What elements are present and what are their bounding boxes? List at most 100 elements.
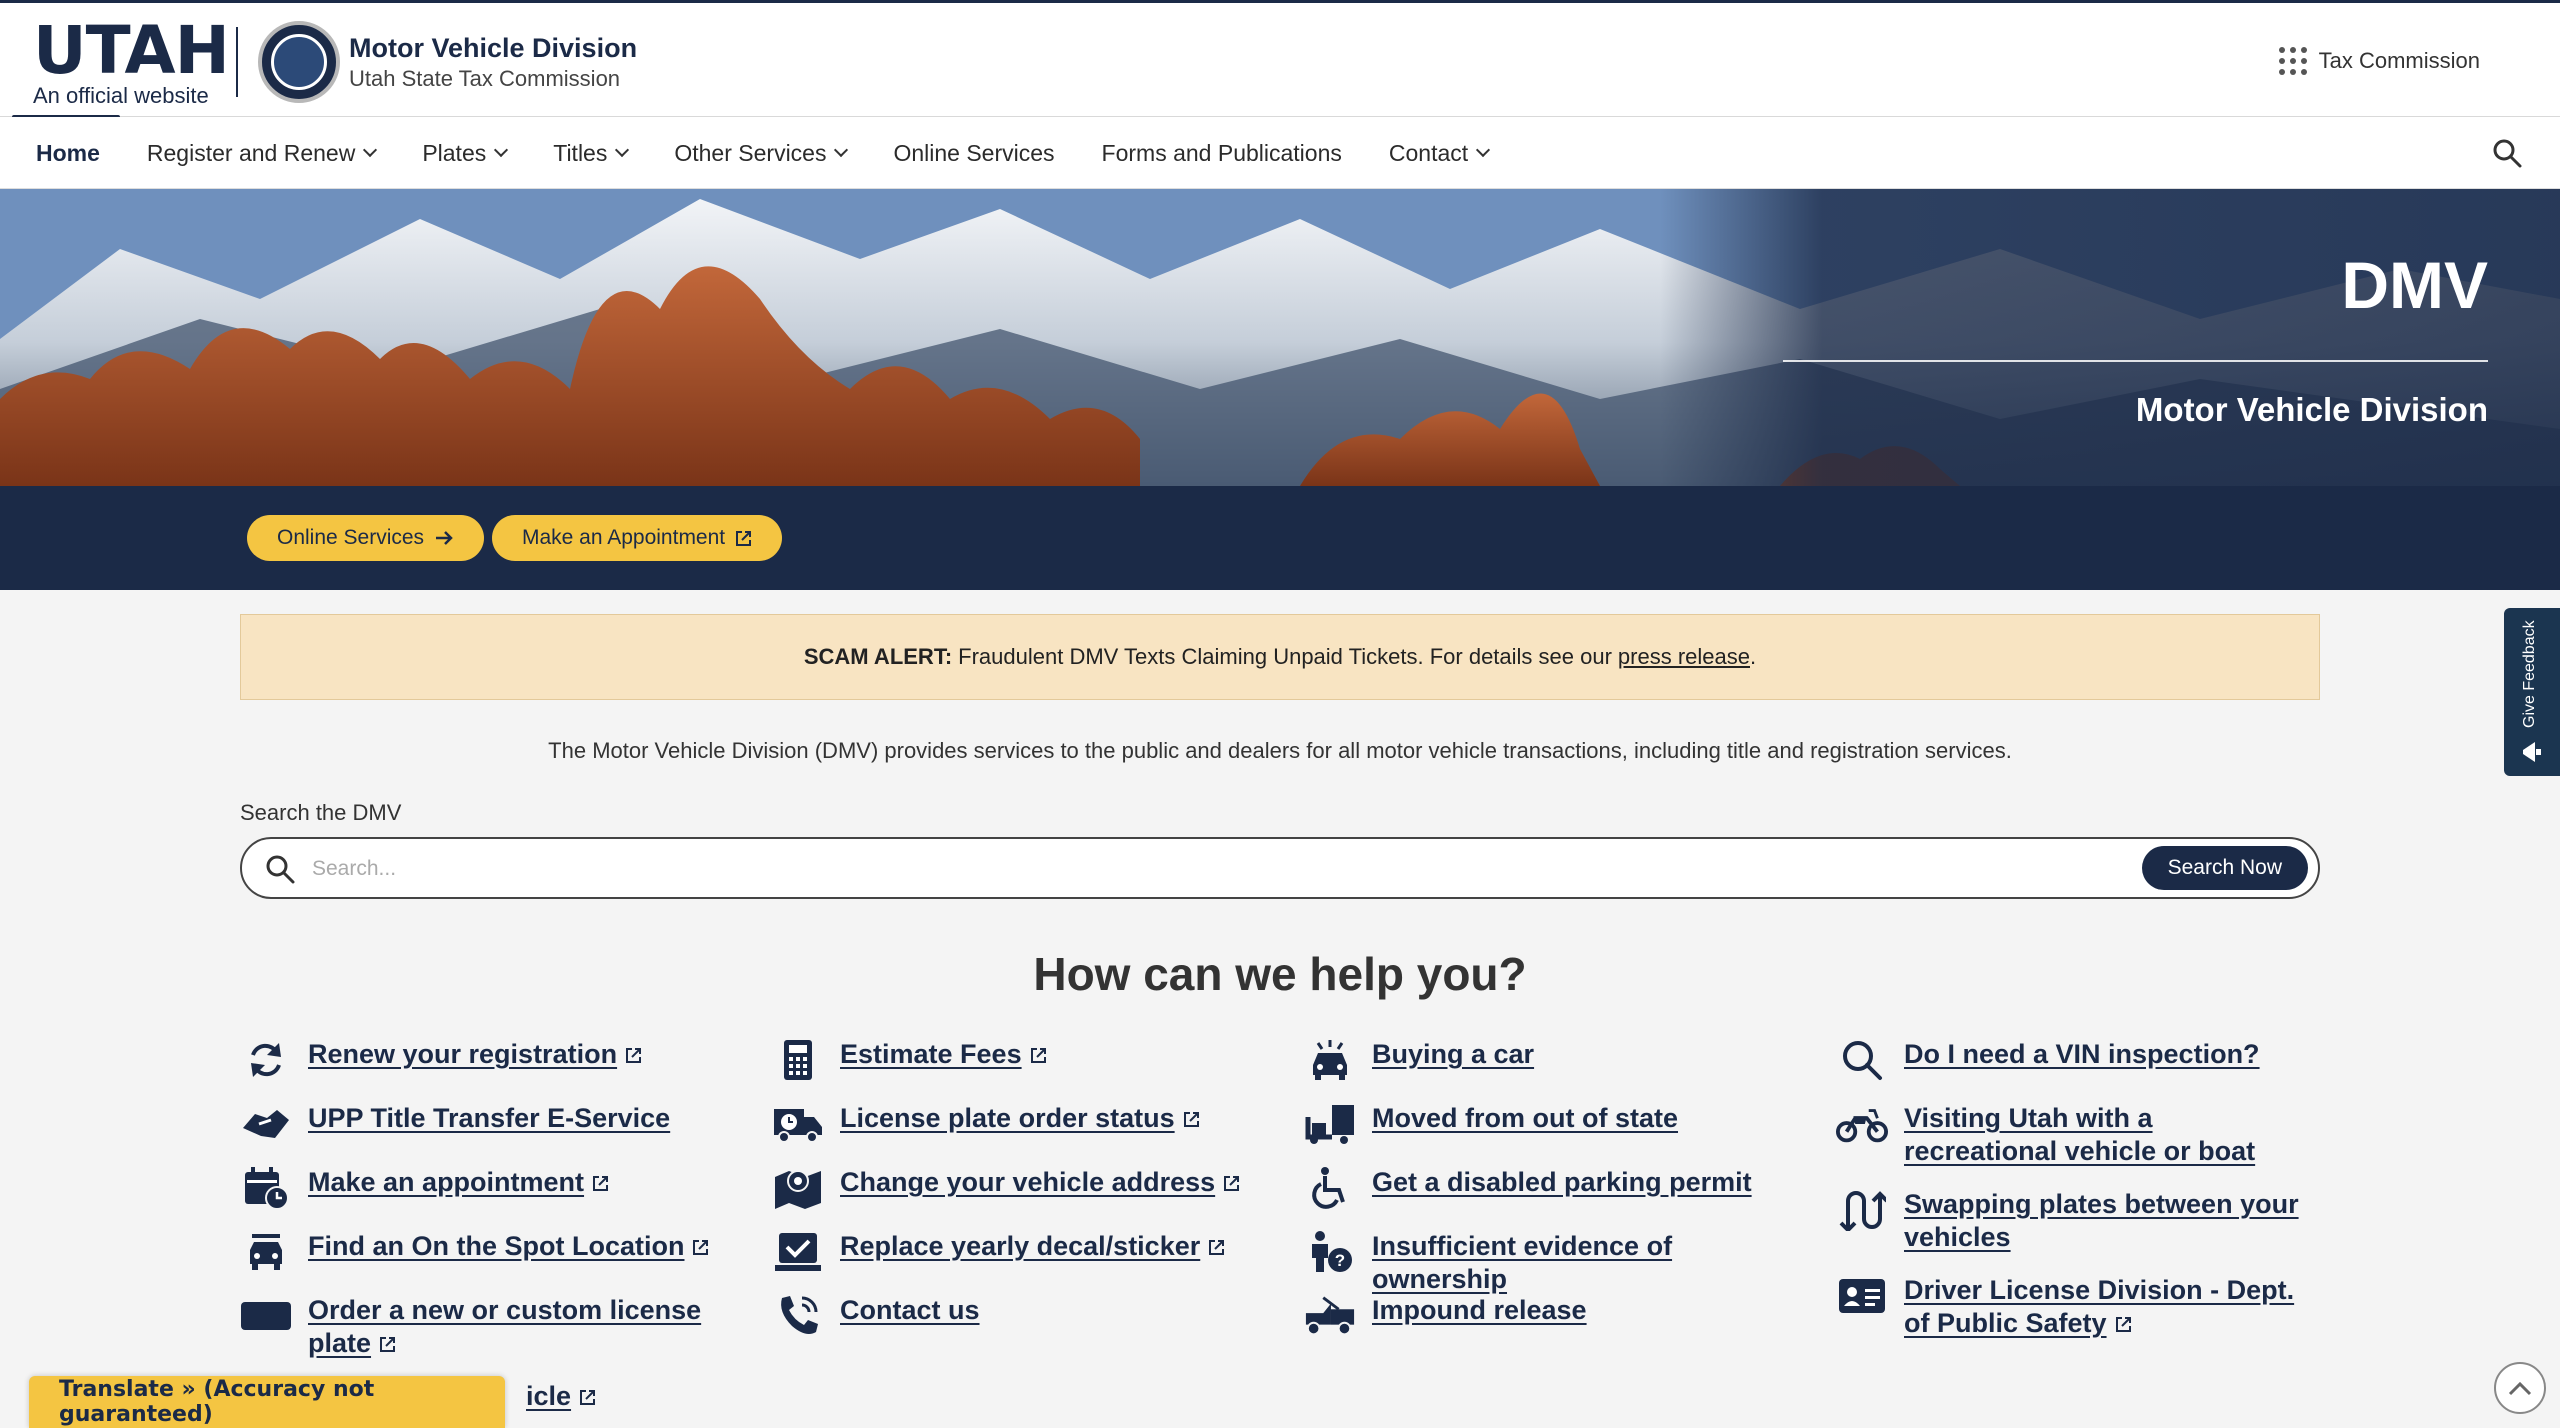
nav-online-services[interactable]: Online Services (893, 140, 1054, 167)
tax-commission-label: Tax Commission (2318, 48, 2480, 73)
nav-contact[interactable]: Contact (1388, 139, 1491, 167)
external-link-icon (1209, 1240, 1225, 1255)
tow-truck-icon (1304, 1294, 1356, 1338)
help-item: Find an On the Spot Location (240, 1230, 710, 1294)
search-icon[interactable] (2490, 136, 2524, 170)
external-link-icon (626, 1048, 642, 1063)
make-appointment-link[interactable]: Make an appointment (308, 1167, 584, 1197)
translate-button[interactable]: Translate » (Accuracy not guaranteed) (29, 1376, 505, 1428)
make-appointment-label: Make an Appointment (522, 526, 726, 549)
moved-from-out-of-state-link[interactable]: Moved from out of state (1372, 1103, 1678, 1133)
give-feedback-label: Give Feedback (2521, 620, 2538, 728)
agency-subtitle: Utah State Tax Commission (349, 66, 621, 91)
help-item: UPP Title Transfer E-Service (240, 1102, 710, 1166)
arrow-right-icon (436, 531, 453, 545)
external-link-icon (1030, 1048, 1046, 1063)
vin-inspection-link[interactable]: Do I need a VIN inspection? (1904, 1039, 2260, 1069)
external-link-icon (1224, 1176, 1240, 1191)
nav-online-services-label: Online Services (893, 139, 1055, 166)
hero-subtitle: Motor Vehicle Division (2135, 391, 2488, 428)
vehicle-link[interactable]: icle (526, 1381, 571, 1411)
nav-titles[interactable]: Titles (553, 140, 630, 167)
person-question-icon: ? (1304, 1230, 1356, 1274)
scam-alert: SCAM ALERT: Fraudulent DMV Texts Claimin… (240, 614, 2320, 700)
external-link-icon (736, 530, 752, 546)
recreational-vehicle-link[interactable]: Visiting Utah with a recreational vehicl… (1904, 1103, 2255, 1166)
nav-home[interactable]: Home (36, 140, 100, 167)
nav-plates-label: Plates (422, 139, 487, 166)
main-nav: Home Register and Renew Plates Titles Ot… (0, 117, 2560, 189)
help-item: Visiting Utah with a recreational vehicl… (1836, 1102, 2306, 1188)
nav-other-services-label: Other Services (674, 139, 827, 166)
estimate-fees-link[interactable]: Estimate Fees (840, 1039, 1022, 1069)
car-location-icon (240, 1230, 292, 1274)
order-license-plate-link[interactable]: Order a new or custom license plate (308, 1295, 701, 1358)
phone-icon (772, 1294, 824, 1338)
sticker-check-icon (772, 1230, 824, 1274)
help-column-1: Renew your registration UPP Title Transf… (240, 1038, 710, 1420)
refresh-icon (240, 1038, 292, 1082)
dmv-search-box: Search Now (240, 837, 2320, 899)
impound-release-link[interactable]: Impound release (1372, 1295, 1587, 1325)
site-header: UTAH An official website Motor Vehicle D… (0, 0, 2560, 120)
alert-end: . (1750, 644, 1757, 669)
intro-text: The Motor Vehicle Division (DMV) provide… (548, 738, 2012, 763)
search-input[interactable] (312, 851, 2012, 887)
nav-contact-label: Contact (1388, 139, 1469, 166)
hero-banner: DMV Motor Vehicle Division (0, 189, 2560, 486)
search-icon (266, 855, 295, 884)
help-column-4: Do I need a VIN inspection? Visiting Uta… (1836, 1038, 2306, 1360)
external-link-icon (593, 1176, 609, 1191)
search-now-button[interactable]: Search Now (2141, 846, 2308, 890)
id-card-icon (1836, 1274, 1888, 1318)
press-release-link[interactable]: press release (1618, 644, 1750, 670)
disabled-parking-permit-link[interactable]: Get a disabled parking permit (1372, 1167, 1752, 1197)
swap-icon (1836, 1188, 1888, 1232)
agency-name[interactable]: Motor Vehicle Division Utah State Tax Co… (349, 33, 637, 92)
license-plate-icon (240, 1294, 292, 1338)
megaphone-icon (2523, 742, 2541, 762)
alert-text: Fraudulent DMV Texts Claiming Unpaid Tic… (958, 644, 1612, 669)
buying-car-link[interactable]: Buying a car (1372, 1039, 1534, 1069)
on-the-spot-location-link[interactable]: Find an On the Spot Location (308, 1231, 684, 1261)
upp-title-transfer-link[interactable]: UPP Title Transfer E-Service (308, 1103, 670, 1133)
swapping-plates-link[interactable]: Swapping plates between your vehicles (1904, 1189, 2299, 1252)
change-vehicle-address-link[interactable]: Change your vehicle address (840, 1167, 1215, 1197)
chevron-down-icon (615, 142, 630, 158)
contact-us-link[interactable]: Contact us (840, 1295, 980, 1325)
online-services-button[interactable]: Online Services (247, 515, 485, 561)
make-appointment-button[interactable]: Make an Appointment (492, 515, 783, 561)
driver-license-division-link[interactable]: Driver License Division - Dept. of Publi… (1904, 1275, 2294, 1338)
utah-logo[interactable]: UTAH An official website (33, 12, 230, 109)
plate-order-status-link[interactable]: License plate order status (840, 1103, 1175, 1133)
nav-other-services[interactable]: Other Services (674, 139, 849, 167)
motorcycle-icon (1836, 1102, 1888, 1146)
renew-registration-link[interactable]: Renew your registration (308, 1039, 617, 1069)
help-item: Driver License Division - Dept. of Publi… (1836, 1274, 2306, 1360)
insufficient-evidence-link[interactable]: Insufficient evidence of ownership (1372, 1231, 1672, 1294)
give-feedback-tab[interactable]: Give Feedback (2504, 608, 2560, 776)
nav-forms-publications[interactable]: Forms and Publications (1102, 140, 1342, 167)
help-column-2: Estimate Fees License plate order status… (772, 1038, 1242, 1358)
hero-overlay (1660, 189, 2560, 486)
replace-decal-link[interactable]: Replace yearly decal/sticker (840, 1231, 1200, 1261)
nav-forms-publications-label: Forms and Publications (1101, 139, 1342, 166)
hero-divider (1783, 360, 2488, 362)
help-item: Do I need a VIN inspection? (1836, 1038, 2306, 1102)
alert-label: SCAM ALERT: (803, 644, 953, 669)
help-item: Moved from out of state (1304, 1102, 1774, 1166)
nav-register-renew[interactable]: Register and Renew (147, 140, 378, 167)
chevron-down-icon (363, 142, 378, 158)
agency-title: Motor Vehicle Division (349, 33, 638, 63)
help-item: Impound release (1304, 1294, 1774, 1358)
wheelchair-icon (1304, 1166, 1356, 1210)
chevron-up-icon (2508, 1381, 2532, 1396)
back-to-top-button[interactable] (2494, 1362, 2546, 1414)
apps-grid-icon (2278, 47, 2307, 75)
nav-plates[interactable]: Plates (422, 139, 509, 167)
help-item: Estimate Fees (772, 1038, 1242, 1102)
external-link-icon (380, 1337, 396, 1352)
tax-commission-link[interactable]: Tax Commission (2278, 47, 2480, 75)
utah-logo-word: UTAH (33, 12, 230, 89)
external-link-icon (2115, 1317, 2131, 1332)
